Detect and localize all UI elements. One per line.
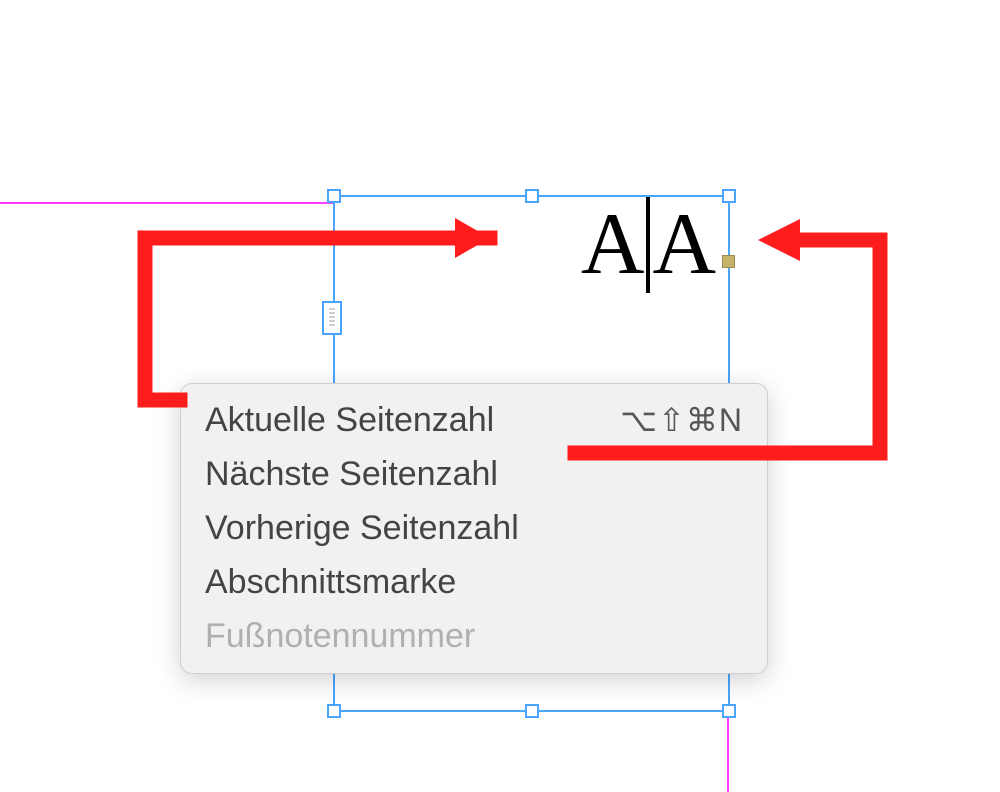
menu-item-current-page-number[interactable]: Aktuelle Seitenzahl ⌥⇧⌘N [181, 394, 767, 448]
menu-item-label: Fußnotennummer [205, 614, 475, 660]
page-marker-a2: A [652, 196, 716, 293]
resize-handle-top-right[interactable] [722, 189, 736, 203]
page-marker-a1: A [581, 196, 645, 293]
menu-item-label: Abschnittsmarke [205, 560, 456, 606]
resize-handle-bottom-center[interactable] [525, 704, 539, 718]
resize-handle-top-left[interactable] [327, 189, 341, 203]
resize-handle-bottom-left[interactable] [327, 704, 341, 718]
menu-item-label: Nächste Seitenzahl [205, 452, 498, 498]
frame-text[interactable]: AA [581, 201, 716, 297]
in-port-icon[interactable] [322, 301, 342, 335]
guide-line-vertical [727, 712, 729, 792]
arrowhead-right [758, 219, 800, 261]
resize-handle-top-center[interactable] [525, 189, 539, 203]
menu-item-section-marker[interactable]: Abschnittsmarke [181, 556, 767, 610]
guide-line-horizontal [0, 202, 333, 204]
text-caret [646, 197, 650, 293]
menu-item-label: Aktuelle Seitenzahl [205, 398, 494, 444]
resize-handle-bottom-right[interactable] [722, 704, 736, 718]
menu-item-footnote-number: Fußnotennummer [181, 610, 767, 664]
menu-item-label: Vorherige Seitenzahl [205, 506, 519, 552]
menu-item-next-page-number[interactable]: Nächste Seitenzahl [181, 448, 767, 502]
context-menu: Aktuelle Seitenzahl ⌥⇧⌘N Nächste Seitenz… [180, 383, 768, 674]
menu-item-shortcut: ⌥⇧⌘N [620, 399, 743, 442]
out-port-icon[interactable] [722, 255, 735, 268]
menu-item-previous-page-number[interactable]: Vorherige Seitenzahl [181, 502, 767, 556]
